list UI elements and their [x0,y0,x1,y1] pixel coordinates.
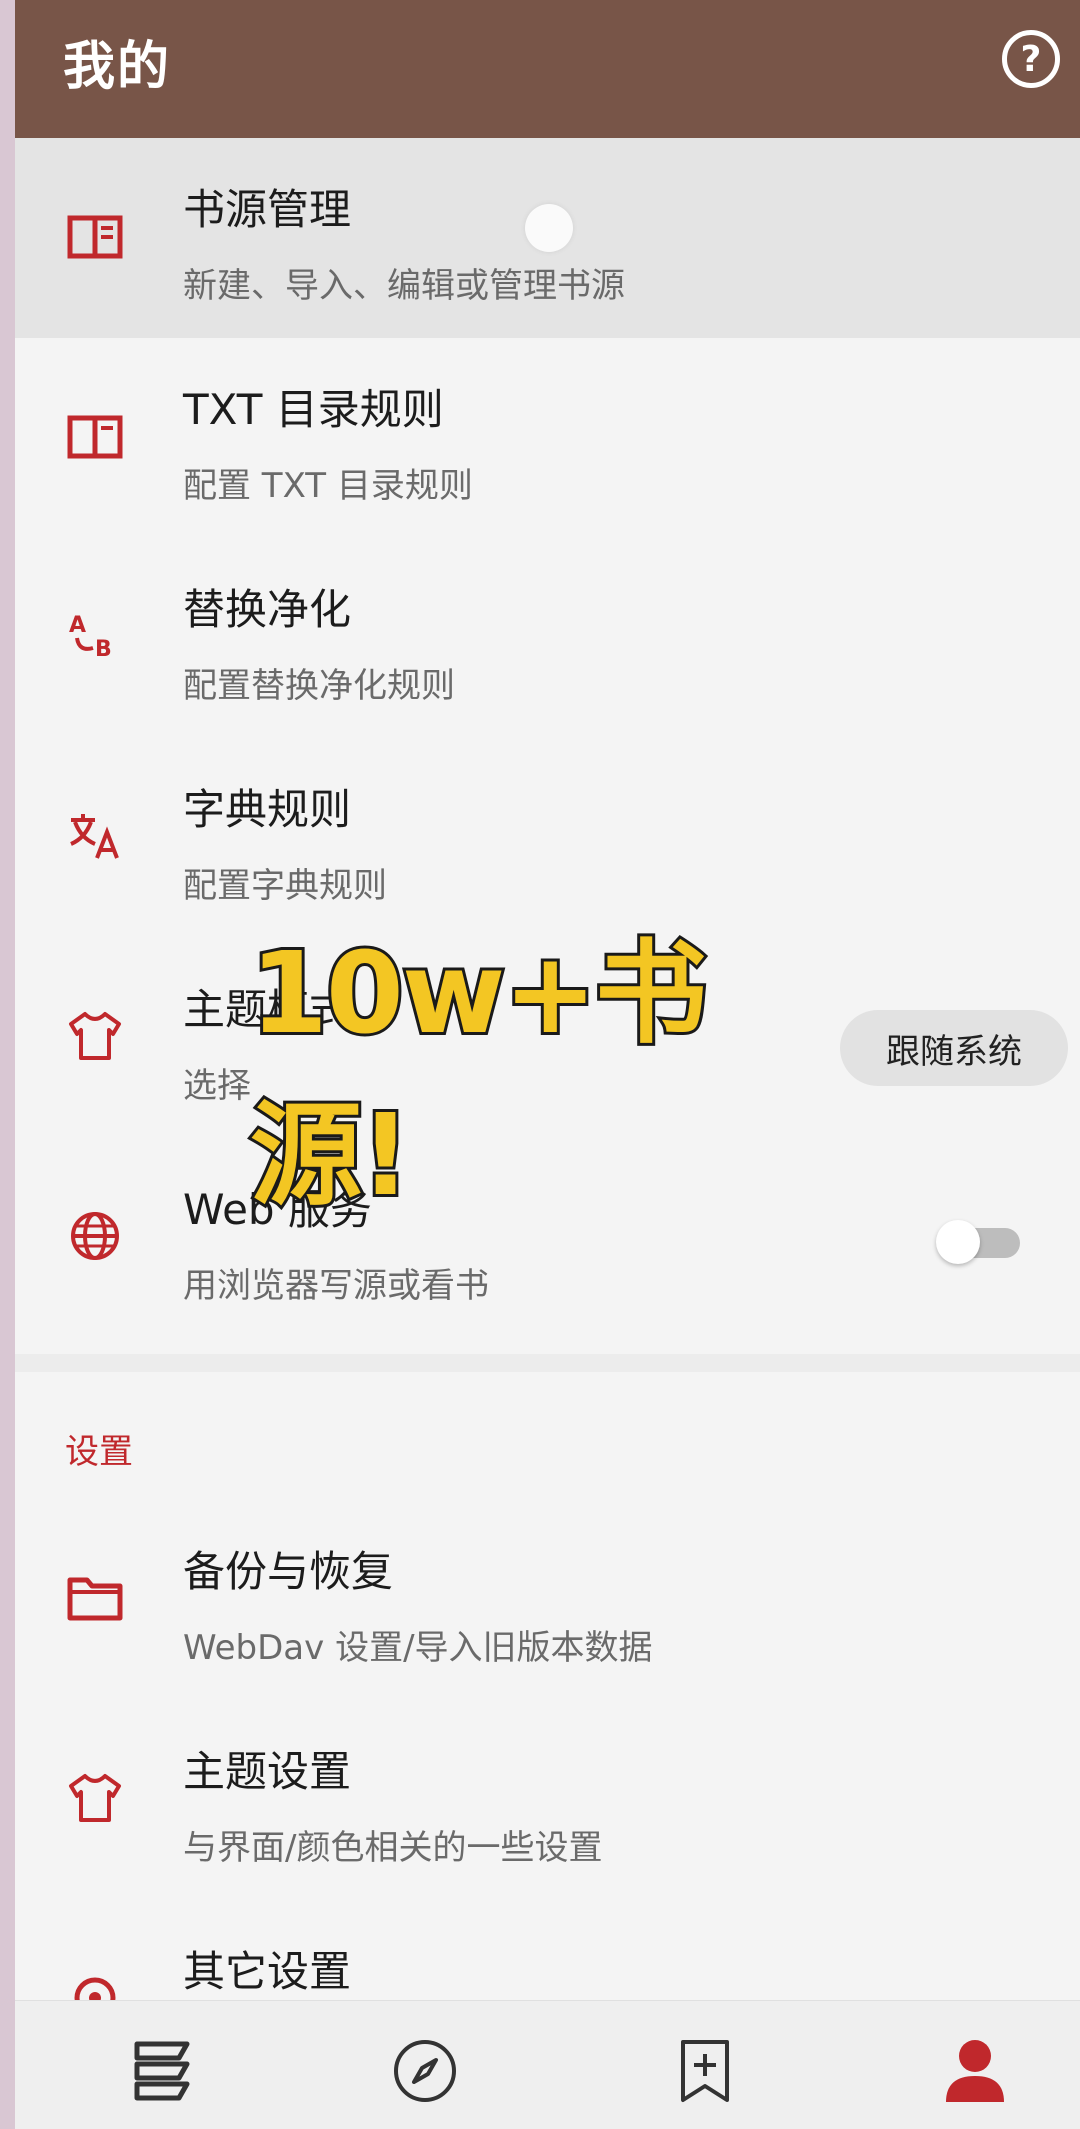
menu-item-title: 主题模式 [183,985,352,1034]
menu-item-theme-mode[interactable]: 主题模式 选择 跟随系统 [15,938,1080,1138]
menu-item-backup-restore[interactable]: 备份与恢复 WebDav 设置/导入旧版本数据 [15,1500,1080,1700]
menu-item-replace-rules[interactable]: AB 替换净化 配置替换净化规则 [15,538,1080,738]
switch-knob [936,1220,980,1264]
shirt-icon [67,1770,123,1826]
bottom-navigation [15,2000,1080,2129]
menu-item-subtitle: 配置 TXT 目录规则 [183,466,473,506]
menu-item-subtitle: 配置替换净化规则 [183,666,455,706]
svg-text:B: B [95,637,112,662]
menu-item-book-source[interactable]: 书源管理 新建、导入、编辑或管理书源 [15,138,1080,338]
top-app-bar: 我的 ? [15,0,1080,138]
menu-item-txt-toc-rules[interactable]: TXT 目录规则 配置 TXT 目录规则 [15,338,1080,538]
menu-item-subtitle: 配置字典规则 [183,866,387,906]
svg-text:A: A [69,613,86,638]
menu-item-subtitle: WebDav 设置/导入旧版本数据 [183,1628,653,1668]
page-title: 我的 [63,37,172,97]
section-label-settings: 设置 [65,1432,133,1472]
translate-icon [67,808,123,864]
menu-item-title: 其它设置 [183,1947,352,1996]
menu-item-title: 书源管理 [183,185,352,234]
menu-item-theme-settings[interactable]: 主题设置 与界面/颜色相关的一些设置 [15,1700,1080,1900]
menu-item-dictionary-rules[interactable]: 字典规则 配置字典规则 [15,738,1080,938]
touch-ripple [525,204,573,252]
menu-item-web-service[interactable]: Web 服务 用浏览器写源或看书 [15,1138,1080,1338]
help-icon[interactable]: ? [1002,30,1060,88]
menu-item-subtitle: 选择 [183,1066,251,1106]
find-replace-icon: AB [67,608,123,664]
menu-item-title: TXT 目录规则 [183,385,444,434]
compass-icon[interactable] [385,2031,465,2111]
theme-mode-value[interactable]: 跟随系统 [840,1010,1068,1086]
section-divider [15,1354,1080,1372]
app-screen: 我的 ? 书源管理 新建、导入、编辑或管理书源 TXT 目录规则 配置 TXT … [15,0,1080,2129]
menu-item-subtitle: 新建、导入、编辑或管理书源 [183,266,625,306]
person-icon[interactable] [935,2031,1015,2111]
web-service-switch[interactable] [936,1220,1020,1264]
main-menu-list: 书源管理 新建、导入、编辑或管理书源 TXT 目录规则 配置 TXT 目录规则 … [15,138,1080,1338]
help-glyph: ? [1020,38,1042,80]
menu-item-title: 字典规则 [183,785,352,834]
menu-item-subtitle: 用浏览器写源或看书 [183,1266,489,1306]
book-open-icon [67,408,123,464]
book-open-icon [67,208,123,264]
bookmark-add-icon[interactable] [665,2031,745,2111]
folder-icon [67,1570,123,1626]
menu-item-subtitle: 与界面/颜色相关的一些设置 [183,1828,603,1868]
shirt-icon [67,1008,123,1064]
menu-item-title: 主题设置 [183,1747,352,1796]
bookshelf-icon[interactable] [122,2031,202,2111]
menu-item-title: 备份与恢复 [183,1547,394,1596]
menu-item-title: 替换净化 [183,585,352,634]
globe-icon [67,1208,123,1264]
menu-item-title: Web 服务 [183,1185,372,1234]
